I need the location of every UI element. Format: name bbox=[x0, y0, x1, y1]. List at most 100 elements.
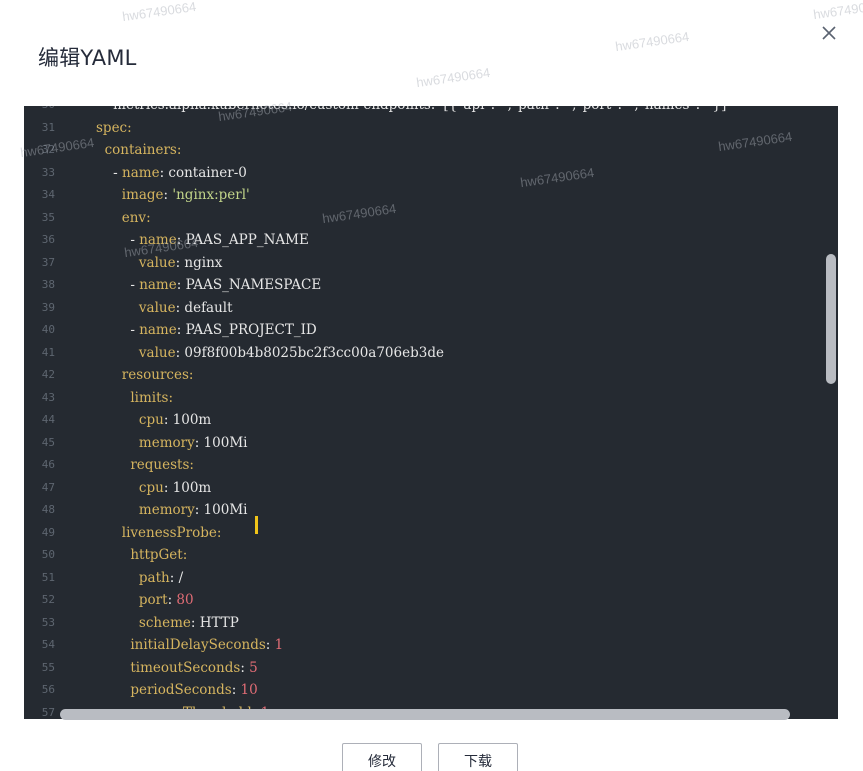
watermark-text: hw67490664 bbox=[415, 64, 492, 91]
line-number: 30 bbox=[24, 106, 55, 117]
code-token: : bbox=[176, 142, 182, 158]
code-line: 53 scheme: HTTP bbox=[24, 612, 838, 635]
code-token: 80 bbox=[176, 592, 194, 608]
line-number: 38 bbox=[41, 278, 55, 291]
line-text: value: 09f8f00b4b8025bc2f3cc00a706eb3de bbox=[96, 342, 444, 365]
download-button[interactable]: 下载 bbox=[438, 743, 518, 771]
code-token: periodSeconds bbox=[96, 682, 232, 698]
code-token: limits bbox=[96, 389, 169, 406]
code-token: : PAAS_APP_NAME bbox=[176, 232, 309, 248]
code-token: : 100Mi bbox=[194, 434, 248, 451]
code-token: value bbox=[96, 344, 176, 361]
code-token: path bbox=[96, 569, 170, 586]
yaml-code-editor[interactable]: 30 metrics.alpha.kubernetes.io/custom-en… bbox=[24, 106, 838, 719]
line-text: - name: container-0 bbox=[96, 162, 247, 185]
line-text: spec: bbox=[96, 117, 132, 140]
code-line: 35 env: bbox=[24, 207, 838, 230]
code-line: 40 - name: PAAS_PROJECT_ID bbox=[24, 319, 838, 342]
code-token: 'nginx:perl' bbox=[172, 187, 250, 203]
code-token: - bbox=[96, 164, 123, 181]
code-line: 56 periodSeconds: 10 bbox=[24, 679, 838, 702]
code-line: 50 httpGet: bbox=[24, 544, 838, 567]
code-token: name bbox=[122, 164, 160, 181]
code-token: image bbox=[96, 187, 164, 203]
line-number: 32 bbox=[41, 143, 55, 156]
line-text: limits: bbox=[96, 387, 173, 410]
line-number: 54 bbox=[41, 638, 55, 651]
code-token: memory bbox=[96, 502, 195, 518]
code-token: value bbox=[96, 299, 176, 316]
code-line: 37 value: nginx bbox=[24, 252, 838, 275]
code-token: httpGet bbox=[96, 547, 183, 563]
line-text: periodSeconds: 10 bbox=[96, 679, 257, 702]
code-token: : bbox=[168, 389, 173, 406]
code-token: env bbox=[96, 209, 147, 226]
code-line: 55 timeoutSeconds: 5 bbox=[24, 657, 838, 680]
code-line: 33 - name: container-0 bbox=[24, 162, 838, 185]
line-number: 42 bbox=[41, 368, 55, 381]
modify-button[interactable]: 修改 bbox=[342, 743, 422, 771]
code-token: initialDelaySeconds bbox=[96, 637, 266, 653]
line-text: - name: PAAS_PROJECT_ID bbox=[96, 319, 316, 342]
code-line: 42 resources: bbox=[24, 364, 838, 387]
line-text: scheme: HTTP bbox=[96, 612, 239, 635]
code-token: : PAAS_NAMESPACE bbox=[176, 277, 322, 293]
line-text: - name: PAAS_NAMESPACE bbox=[96, 274, 321, 297]
code-token: 5 bbox=[249, 659, 258, 676]
code-token: : 100Mi bbox=[194, 502, 248, 518]
code-token: : 100m bbox=[163, 412, 212, 428]
line-number: 40 bbox=[41, 323, 55, 336]
watermark-text: hw67490664 bbox=[121, 0, 198, 25]
line-text: cpu: 100m bbox=[96, 477, 211, 500]
code-token: 1 bbox=[274, 637, 284, 653]
code-line: 52 port: 80 bbox=[24, 589, 838, 612]
code-line: 44 cpu: 100m bbox=[24, 409, 838, 432]
code-token: : HTTP bbox=[190, 614, 239, 631]
code-line: 34 image: 'nginx:perl' bbox=[24, 184, 838, 207]
line-number: 45 bbox=[41, 435, 55, 449]
code-token: - bbox=[96, 277, 140, 293]
line-text: metrics.alpha.kubernetes.io/custom-endpo… bbox=[96, 106, 730, 117]
code-token: : bbox=[265, 637, 275, 653]
code-token: : bbox=[146, 209, 151, 226]
code-line: 48 memory: 100Mi bbox=[24, 499, 838, 522]
line-number: 46 bbox=[41, 458, 55, 471]
code-token: : bbox=[216, 524, 222, 541]
line-number: 43 bbox=[41, 390, 55, 404]
line-text: resources: bbox=[96, 364, 194, 387]
line-text: value: nginx bbox=[96, 252, 223, 275]
line-number: 55 bbox=[41, 660, 55, 674]
code-token: containers bbox=[96, 142, 177, 158]
code-token: port bbox=[96, 592, 168, 608]
horizontal-scrollbar[interactable] bbox=[60, 709, 790, 720]
code-token: : bbox=[127, 119, 132, 136]
vertical-scrollbar[interactable] bbox=[826, 254, 836, 384]
code-token: : bbox=[188, 367, 194, 383]
line-number: 53 bbox=[41, 615, 55, 629]
code-token: scheme bbox=[96, 614, 191, 631]
watermark-text: hw67490664 bbox=[812, 0, 863, 23]
code-token: memory bbox=[96, 434, 195, 451]
code-line: 31 spec: bbox=[24, 117, 838, 140]
code-token: name bbox=[139, 232, 177, 248]
line-text: value: default bbox=[96, 297, 233, 320]
code-token: name bbox=[139, 277, 177, 293]
line-number: 31 bbox=[41, 120, 55, 134]
code-token: timeoutSeconds bbox=[96, 659, 241, 676]
line-text: httpGet: bbox=[96, 544, 187, 567]
line-text: containers: bbox=[96, 139, 182, 162]
line-number: 35 bbox=[41, 210, 55, 224]
line-text: cpu: 100m bbox=[96, 409, 211, 432]
close-button[interactable] bbox=[816, 20, 842, 46]
line-number: 33 bbox=[41, 165, 55, 179]
line-text: memory: 100Mi bbox=[96, 432, 248, 455]
line-number: 52 bbox=[41, 593, 55, 606]
code-token: : bbox=[231, 682, 241, 698]
code-line: 51 path: / bbox=[24, 567, 838, 590]
line-text: initialDelaySeconds: 1 bbox=[96, 634, 283, 657]
line-number: 39 bbox=[41, 300, 55, 314]
code-token: name bbox=[139, 322, 177, 338]
line-number: 48 bbox=[41, 503, 55, 516]
line-number: 44 bbox=[41, 413, 55, 426]
line-number: 37 bbox=[41, 255, 55, 269]
